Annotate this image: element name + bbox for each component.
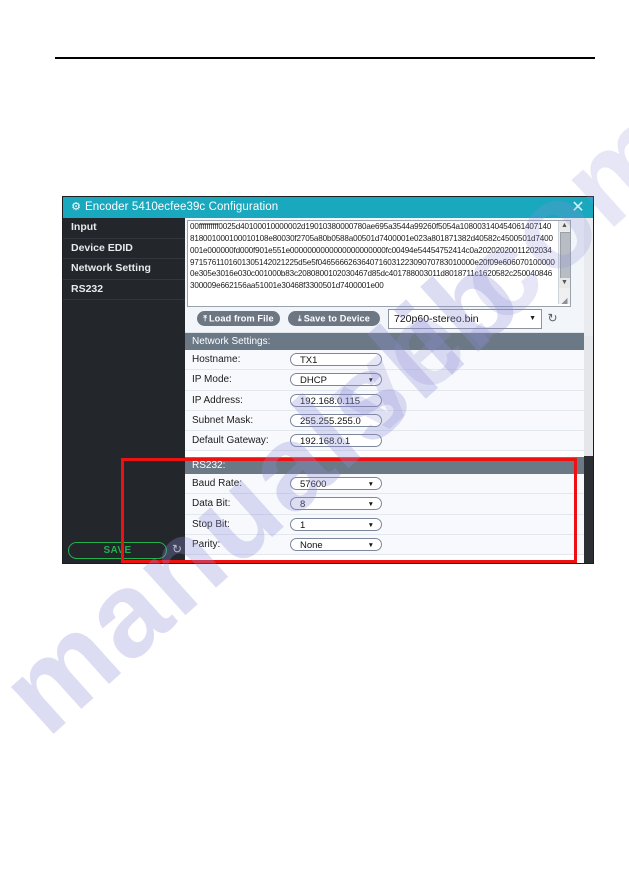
row-stop-bit: Stop Bit: 1 ▼ (185, 514, 584, 535)
chevron-down-icon: ▼ (367, 377, 374, 385)
content-scrollbar[interactable] (584, 218, 593, 563)
dialog-title: Encoder 5410ecfee39c Configuration (85, 201, 279, 213)
gear-icon: ⚙ (71, 201, 81, 213)
row-data-bit: Data Bit: 8 ▼ (185, 494, 584, 515)
chevron-down-icon: ▼ (367, 501, 374, 509)
save-button[interactable]: SAVE (68, 542, 167, 559)
data-bit-value: 8 (300, 499, 306, 511)
row-label: Default Gateway: (192, 435, 269, 447)
row-label: IP Address: (192, 394, 243, 406)
row-label: Parity: (192, 538, 221, 550)
download-icon: ⤓ (298, 314, 302, 323)
load-from-file-label: Load from File (208, 313, 274, 324)
sidebar-save-row: SAVE ↻ (63, 540, 185, 564)
scrollbar-thumb[interactable] (560, 232, 570, 279)
stop-bit-select[interactable]: 1 ▼ (290, 517, 382, 531)
resize-handle-icon[interactable]: ◢ (560, 296, 569, 305)
edid-file-selected-value: 720p60-stereo.bin (394, 313, 479, 325)
save-to-device-label: Save to Device (303, 313, 370, 324)
edid-hex-textarea[interactable]: 00ffffffffff0025d40100010000002d19010380… (187, 220, 571, 307)
sidebar-item-network-setting[interactable]: Network Setting (63, 259, 185, 280)
scroll-down-icon[interactable]: ▼ (559, 278, 570, 288)
row-ip-mode: IP Mode: DHCP ▼ (185, 370, 584, 391)
scroll-up-icon[interactable]: ▲ (559, 221, 570, 231)
parity-value: None (300, 539, 323, 551)
sidebar-item-label: RS232 (71, 282, 104, 295)
save-to-device-button[interactable]: ⤓ Save to Device (288, 311, 380, 326)
row-label: Hostname: (192, 354, 241, 365)
row-label: Data Bit: (192, 498, 231, 510)
edid-hex-text: 00ffffffffff0025d40100010000002d19010380… (190, 222, 555, 291)
rs232-header: RS232: (185, 457, 584, 474)
baud-rate-value: 57600 (300, 479, 327, 490)
ip-mode-select[interactable]: DHCP ▼ (290, 373, 382, 387)
dialog-titlebar: ⚙ Encoder 5410ecfee39c Configuration ✕ (63, 197, 593, 218)
sidebar-item-input[interactable]: Input (63, 218, 185, 239)
edid-section: 00ffffffffff0025d40100010000002d19010380… (185, 218, 584, 333)
sidebar-item-device-edid[interactable]: Device EDID (63, 239, 185, 259)
edid-scrollbar[interactable]: ▲ ▼ (558, 221, 570, 304)
encoder-configuration-dialog: ⚙ Encoder 5410ecfee39c Configuration ✕ I… (63, 197, 593, 563)
dialog-content-panel: 00ffffffffff0025d40100010000002d19010380… (185, 218, 584, 563)
baud-rate-select[interactable]: 57600 ▼ (290, 477, 382, 490)
scrollbar-thumb[interactable] (584, 336, 593, 456)
hostname-field[interactable]: TX1 (290, 353, 382, 366)
row-parity: Parity: None ▼ (185, 534, 584, 556)
chevron-down-icon: ▼ (367, 521, 374, 529)
scrollbar-track[interactable] (584, 218, 593, 336)
sidebar-item-label: Device EDID (71, 241, 133, 254)
row-label: Stop Bit: (192, 518, 230, 530)
subnet-mask-field[interactable]: 255.255.255.0 (290, 413, 382, 427)
stop-bit-value: 1 (300, 519, 306, 531)
sidebar-item-rs232[interactable]: RS232 (63, 280, 185, 300)
row-label: Baud Rate: (192, 478, 243, 489)
refresh-icon[interactable]: ↻ (171, 543, 183, 556)
data-bit-select[interactable]: 8 ▼ (290, 497, 382, 511)
row-baud-rate: Baud Rate: 57600 ▼ (185, 474, 584, 495)
refresh-icon[interactable]: ↻ (546, 312, 559, 325)
sidebar-item-label: Network Setting (71, 262, 151, 274)
network-settings-header: Network Settings: (185, 333, 584, 350)
row-ip-address: IP Address: 192.168.0.115 (185, 390, 584, 411)
row-label: IP Mode: (192, 374, 232, 386)
upload-icon: ⤒ (203, 314, 207, 323)
row-default-gateway: Default Gateway: 192.168.0.1 (185, 431, 584, 452)
row-subnet-mask: Subnet Mask: 255.255.255.0 (185, 410, 584, 432)
ip-mode-value: DHCP (300, 375, 327, 387)
parity-select[interactable]: None ▼ (290, 537, 382, 551)
edid-toolbar: ⤒ Load from File ⤓ Save to Device 720p60-s… (185, 308, 584, 332)
chevron-down-icon: ▼ (367, 541, 374, 549)
sidebar-item-label: Input (71, 221, 97, 233)
page-horizontal-rule (55, 57, 595, 59)
default-gateway-field[interactable]: 192.168.0.1 (290, 434, 382, 448)
chevron-down-icon: ▼ (529, 315, 536, 322)
edid-file-select[interactable]: 720p60-stereo.bin ▼ (388, 309, 542, 329)
sidebar: Input Device EDID Network Setting RS232 … (63, 218, 185, 563)
load-from-file-button[interactable]: ⤒ Load from File (197, 311, 280, 326)
row-label: Subnet Mask: (192, 414, 254, 426)
ip-address-field[interactable]: 192.168.0.115 (290, 393, 382, 407)
chevron-down-icon: ▼ (367, 481, 374, 488)
row-hostname: Hostname: TX1 (185, 350, 584, 371)
close-icon[interactable]: ✕ (569, 198, 587, 217)
